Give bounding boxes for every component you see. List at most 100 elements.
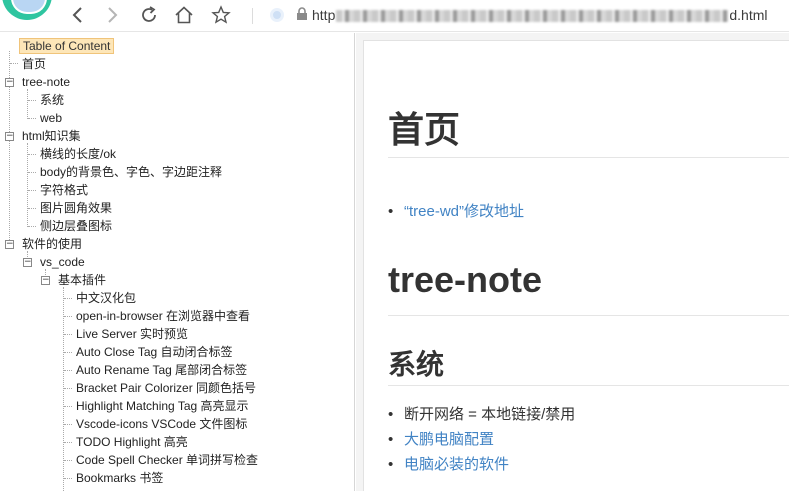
star-icon[interactable] xyxy=(209,4,233,26)
address-bar[interactable]: http d.html xyxy=(270,4,767,26)
toc-item-label: 基本插件 xyxy=(58,273,107,287)
tree-line xyxy=(28,118,36,119)
toc-item-plugin[interactable]: Bracket Pair Colorizer 同颜色括号 xyxy=(76,379,256,397)
toc-sidebar: Table of Content − − − − − 首页 tree-note … xyxy=(0,33,355,491)
toc-item-label: 首页 xyxy=(22,57,47,71)
tree-line xyxy=(64,370,72,371)
collapse-icon[interactable]: − xyxy=(5,78,14,87)
toc-item-label: 系统 xyxy=(40,93,65,107)
toc-item-basic-plugins[interactable]: 基本插件 xyxy=(58,271,106,289)
toc-item-body-color[interactable]: body的背景色、字色、字边距注释 xyxy=(40,163,222,181)
toc-item-label: 侧边层叠图标 xyxy=(40,219,113,233)
collapse-icon[interactable]: − xyxy=(41,276,50,285)
tree-line xyxy=(27,143,28,227)
refresh-icon[interactable] xyxy=(137,4,161,26)
tree-line xyxy=(10,63,18,64)
heading-rule xyxy=(388,157,789,158)
system-item: 断开网络 = 本地链接/禁用 xyxy=(388,405,575,425)
system-link[interactable]: 电脑必装的软件 xyxy=(388,455,509,475)
toc-title[interactable]: Table of Content xyxy=(19,38,115,54)
toc-item-label: 字符格式 xyxy=(40,183,89,197)
toolbar-separator xyxy=(252,8,253,24)
toc-item-plugin[interactable]: Live Server 实时预览 xyxy=(76,325,188,343)
toc-item-label: Vscode-icons VSCode 文件图标 xyxy=(76,417,248,431)
content-area: 首页 “tree-wd”修改地址 tree-note 系统 断开网络 = 本地链… xyxy=(356,33,789,491)
toc-item-home[interactable]: 首页 xyxy=(22,55,46,73)
heading-system: 系统 xyxy=(388,349,445,380)
toc-item-vs-code[interactable]: vs_code xyxy=(40,253,85,271)
toc-item-plugin[interactable]: 中文汉化包 xyxy=(76,289,136,307)
collapse-icon[interactable]: − xyxy=(5,240,14,249)
collapse-icon[interactable]: − xyxy=(23,258,32,267)
browser-logo-icon xyxy=(2,0,52,20)
tree-line xyxy=(28,190,36,191)
lock-icon xyxy=(296,6,308,25)
toc-item-label: Code Spell Checker 单词拼写检查 xyxy=(76,453,259,467)
document-page: 首页 “tree-wd”修改地址 tree-note 系统 断开网络 = 本地链… xyxy=(363,40,789,491)
tree-line xyxy=(28,226,36,227)
toc-item-plugin[interactable]: Vscode-icons VSCode 文件图标 xyxy=(76,415,247,433)
tree-line xyxy=(64,442,72,443)
tree-line xyxy=(64,388,72,389)
tree-line xyxy=(64,352,72,353)
tree-line xyxy=(64,298,72,299)
home-link[interactable]: “tree-wd”修改地址 xyxy=(388,202,524,222)
toc-item-label: Bookmarks 书签 xyxy=(76,471,164,485)
toc-item-rounded-image[interactable]: 图片圆角效果 xyxy=(40,199,112,217)
toc-item-label: TODO Highlight 高亮 xyxy=(76,435,188,449)
tree-line xyxy=(28,100,36,101)
toc-item-label: Bracket Pair Colorizer 同颜色括号 xyxy=(76,381,257,395)
toc-item-plugin[interactable]: TODO Highlight 高亮 xyxy=(76,433,188,451)
tree-line xyxy=(28,208,36,209)
forward-icon[interactable] xyxy=(100,4,124,26)
browser-toolbar: http d.html xyxy=(0,0,789,32)
tree-line xyxy=(64,334,72,335)
toc-item-char-format[interactable]: 字符格式 xyxy=(40,181,88,199)
heading-tree-note: tree-note xyxy=(388,259,543,300)
toc-item-label: 软件的使用 xyxy=(22,237,83,251)
toc-item-label: Highlight Matching Tag 高亮显示 xyxy=(76,399,249,413)
toc-item-software[interactable]: 软件的使用 xyxy=(22,235,82,253)
tree-line xyxy=(64,478,72,479)
toc-item-label: vs_code xyxy=(40,255,85,269)
toc-item-label: Live Server 实时预览 xyxy=(76,327,189,341)
toc-item-label: 图片圆角效果 xyxy=(40,201,113,215)
toc-item-web[interactable]: web xyxy=(40,109,62,127)
back-icon[interactable] xyxy=(66,4,90,26)
tree-line xyxy=(64,406,72,407)
collapse-icon[interactable]: − xyxy=(5,132,14,141)
tree-line xyxy=(64,460,72,461)
url-prefix: http xyxy=(312,7,336,23)
toc-item-label: 横线的长度/ok xyxy=(40,147,117,161)
site-status-icon xyxy=(270,8,284,22)
toc-item-system[interactable]: 系统 xyxy=(40,91,64,109)
toc-item-html[interactable]: html知识集 xyxy=(22,127,81,145)
system-link[interactable]: 大鹏电脑配置 xyxy=(388,430,494,450)
toc-item-tree-note[interactable]: tree-note xyxy=(22,73,70,91)
toc-item-label: web xyxy=(40,111,63,125)
toc-item-label: body的背景色、字色、字边距注释 xyxy=(40,165,223,179)
toc-item-side-icons[interactable]: 侧边层叠图标 xyxy=(40,217,112,235)
toc-item-plugin[interactable]: open-in-browser 在浏览器中查看 xyxy=(76,307,250,325)
toc-item-label: 中文汉化包 xyxy=(76,291,137,305)
toc-item-plugin[interactable]: Highlight Matching Tag 高亮显示 xyxy=(76,397,249,415)
home-icon[interactable] xyxy=(172,4,196,26)
url-text[interactable]: http d.html xyxy=(312,7,767,23)
heading-rule xyxy=(388,315,789,316)
url-suffix: d.html xyxy=(729,7,768,23)
toc-item-label: html知识集 xyxy=(22,129,81,143)
url-redacted xyxy=(336,10,729,23)
heading-home: 首页 xyxy=(388,109,461,150)
tree-line xyxy=(64,316,72,317)
toc-item-plugin[interactable]: Code Spell Checker 单词拼写检查 xyxy=(76,451,258,469)
tree-line xyxy=(27,89,28,119)
tree-line xyxy=(28,154,36,155)
toc-item-plugin[interactable]: Bookmarks 书签 xyxy=(76,469,163,487)
tree-line xyxy=(28,172,36,173)
toc-item-label: open-in-browser 在浏览器中查看 xyxy=(76,309,251,323)
tree-line xyxy=(64,424,72,425)
toc-item-line-length[interactable]: 横线的长度/ok xyxy=(40,145,116,163)
toc-item-label: Auto Rename Tag 尾部闭合标签 xyxy=(76,363,248,377)
toc-item-plugin[interactable]: Auto Close Tag 自动闭合标签 xyxy=(76,343,233,361)
toc-item-plugin[interactable]: Auto Rename Tag 尾部闭合标签 xyxy=(76,361,247,379)
